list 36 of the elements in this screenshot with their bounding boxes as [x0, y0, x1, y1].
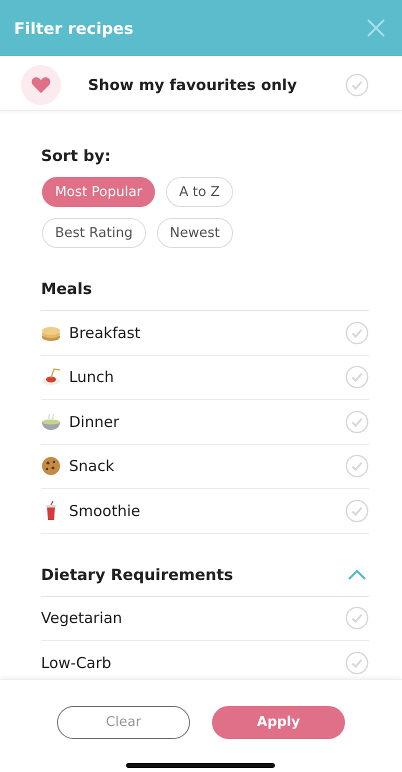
sort-heading: Sort by: [41, 147, 112, 165]
close-icon[interactable] [366, 18, 386, 38]
section-heading: Meals [41, 280, 92, 298]
filter-label: Low-Carb [41, 654, 112, 672]
filter-label: Smoothie [69, 502, 142, 520]
cookie-icon [41, 456, 61, 476]
filter-row[interactable]: Smoothie [41, 489, 369, 534]
bowl-icon [41, 412, 61, 432]
section-heading: Dietary Requirements [41, 566, 234, 584]
checkbox[interactable] [345, 454, 369, 478]
pasta-icon [41, 367, 61, 388]
filter-row[interactable]: Low-Carb [41, 641, 369, 679]
filter-row[interactable]: Vegetarian [41, 596, 369, 641]
checkbox[interactable] [345, 650, 369, 675]
checkbox[interactable] [345, 606, 369, 630]
checkbox[interactable] [345, 498, 369, 523]
filter-row[interactable]: Breakfast [41, 311, 369, 356]
filter-label: Vegetarian [41, 609, 124, 628]
filter-row[interactable]: Lunch [41, 356, 369, 400]
window-title: Filter recipes [14, 18, 134, 38]
filter-label: Dinner [69, 412, 120, 431]
sort-chip[interactable]: A to Z [166, 177, 233, 207]
favourites-label: Show my favourites only [88, 76, 298, 94]
filter-label: Lunch [69, 368, 115, 386]
sort-chip[interactable]: Best Rating [42, 218, 146, 248]
sort-chip[interactable]: Newest [156, 218, 233, 248]
checkbox[interactable] [345, 73, 369, 97]
favourites-row[interactable]: Show my favourites only [0, 60, 402, 111]
checkbox[interactable] [345, 365, 369, 390]
filter-label: Snack [69, 457, 116, 476]
checkbox[interactable] [345, 410, 369, 434]
checkbox[interactable] [345, 320, 369, 345]
filter-row[interactable]: Dinner [41, 400, 369, 444]
filter-label: Breakfast [69, 324, 142, 342]
chevron-icon[interactable] [347, 568, 367, 580]
filter-row[interactable]: Snack [41, 444, 369, 489]
